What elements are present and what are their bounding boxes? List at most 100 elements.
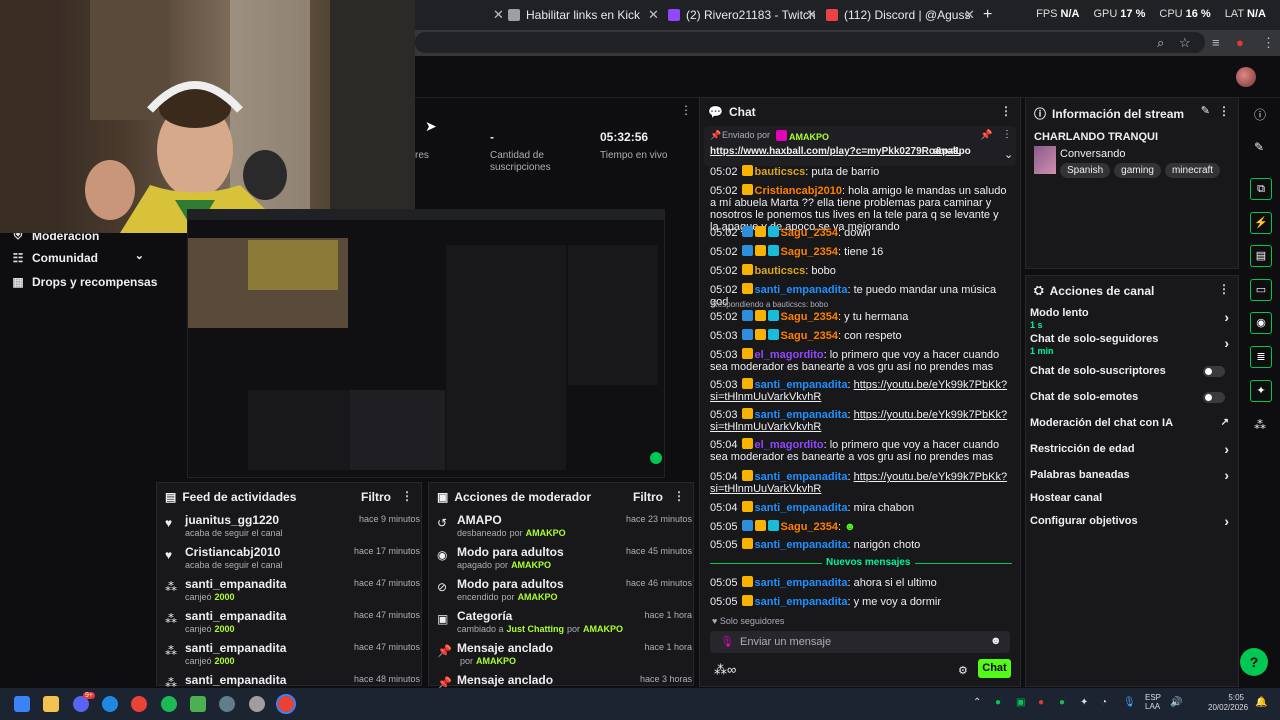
tab-close-icon[interactable]: ✕: [956, 4, 975, 26]
channel-action[interactable]: Chat de solo-suscriptores: [1030, 365, 1235, 377]
toggle-switch[interactable]: [1203, 392, 1225, 403]
quick-action-bolt[interactable]: ⚡: [1250, 212, 1272, 234]
language-indicator[interactable]: ESP LAA: [1145, 693, 1161, 711]
panel-menu-icon[interactable]: ⋮: [401, 489, 413, 503]
chat-username[interactable]: santi_empanadita: [755, 502, 848, 514]
mod-row[interactable]: 📌 Mensaje anclado por AMAKPO hace 1 hora: [437, 641, 692, 671]
settings-gear-icon[interactable]: ⚙: [958, 664, 968, 677]
chat-message[interactable]: 05:04 santi_empanadita: mira chabon: [710, 501, 1010, 514]
chat-username[interactable]: Sagu_2354: [781, 246, 838, 258]
chat-username[interactable]: Sagu_2354: [781, 330, 838, 342]
quick-action-stack[interactable]: ≣: [1250, 346, 1272, 368]
chat-username[interactable]: bauticscs: [755, 166, 806, 178]
file-explorer-icon[interactable]: [43, 696, 59, 712]
chat-message[interactable]: 05:03 santi_empanadita: https://youtu.be/…: [710, 378, 1010, 403]
panel-menu-icon[interactable]: ⋮: [673, 489, 685, 503]
chat-username[interactable]: el_magordito: [755, 439, 824, 451]
tray-app-icon[interactable]: ▣: [1016, 697, 1025, 708]
chat-message[interactable]: 05:04 santi_empanadita: https://youtu.be/…: [710, 470, 1010, 495]
tray-expand-icon[interactable]: ⌃: [973, 697, 981, 708]
edit-pencil-icon[interactable]: ✎: [1201, 104, 1210, 117]
obs-icon[interactable]: [249, 696, 265, 712]
minecraft-icon[interactable]: [190, 696, 206, 712]
channel-action[interactable]: Hostear canal: [1030, 492, 1235, 504]
chat-message[interactable]: 05:03 el_magordito: lo primero que voy a …: [710, 348, 1010, 373]
quick-action-chat[interactable]: ▭: [1250, 279, 1272, 301]
tray-app-icon[interactable]: ◔: [1101, 697, 1107, 708]
avatar[interactable]: [1236, 67, 1256, 87]
chat-username[interactable]: santi_empanadita: [755, 379, 848, 391]
nav-community[interactable]: ☷ Comunidad ⌄: [12, 250, 144, 265]
spotify-tray-icon[interactable]: ●: [1059, 697, 1065, 708]
extension-icon[interactable]: ●: [1236, 35, 1244, 50]
feed-row[interactable]: ⁂ santi_empanadita canjeó 2000 hace 47 minut…: [165, 641, 420, 671]
mic-tray-icon[interactable]: 🎙: [1123, 697, 1136, 708]
spotify-icon[interactable]: [161, 696, 177, 712]
chat-username[interactable]: santi_empanadita: [755, 577, 848, 589]
windows-start-icon[interactable]: [14, 696, 30, 712]
chat-message[interactable]: 05:02 bauticscs: bobo: [710, 264, 1010, 277]
quick-action-notes[interactable]: ▤: [1250, 245, 1272, 267]
clock[interactable]: 5:05 20/02/2026: [1208, 693, 1248, 713]
chat-username[interactable]: bauticscs: [755, 265, 806, 277]
chat-message[interactable]: 05:02 Sagu_2354: tiene 16: [710, 245, 1010, 258]
chat-message[interactable]: 05:02 Sagu_2354: y tu hermana: [710, 310, 1010, 323]
chat-username[interactable]: Sagu_2354: [781, 227, 838, 239]
tab-discord[interactable]: (112) Discord | @Aguss: [826, 4, 970, 26]
mod-row[interactable]: ▣ Categoría cambiado a Just Chatting por AMAK…: [437, 609, 692, 639]
unpin-icon[interactable]: 📌: [980, 130, 992, 141]
telegram-icon[interactable]: [102, 696, 118, 712]
chat-username[interactable]: santi_empanadita: [755, 409, 848, 421]
pinned-link[interactable]: https://www.haxball.com/play?c=myPkk0279…: [710, 146, 960, 157]
panel-menu-icon[interactable]: ⋮: [1218, 282, 1230, 296]
chat-message[interactable]: 05:05 Sagu_2354: ☻: [710, 520, 1010, 533]
feed-row[interactable]: ⁂ santi_empanadita canjeó 2000 hace 47 minut…: [165, 609, 420, 639]
settings-icon[interactable]: [219, 696, 235, 712]
mod-row[interactable]: ↺ AMAPO desbaneado por AMAKPO hace 23 minutos: [437, 513, 692, 543]
bookmark-star-icon[interactable]: ☆: [1179, 35, 1191, 51]
channel-action[interactable]: Moderación del chat con IA ↗: [1030, 417, 1235, 429]
media-icon[interactable]: ≡: [1212, 35, 1220, 50]
tab-kick[interactable]: Habilitar links en Kick: [508, 4, 640, 26]
chat-input[interactable]: 🎙 Enviar un mensaje ☻: [710, 631, 1010, 653]
chat-username[interactable]: Cristiancabj2010: [755, 185, 842, 197]
channel-action[interactable]: Modo lento 1 s ›: [1030, 307, 1235, 330]
tab-twitch[interactable]: (2) Rivero21183 - Twitch: [668, 4, 816, 26]
tag[interactable]: gaming: [1114, 163, 1161, 178]
channel-action[interactable]: Chat de solo-emotes: [1030, 391, 1235, 403]
chat-username[interactable]: Sagu_2354: [781, 521, 838, 533]
browser-menu-icon[interactable]: ⋮: [1262, 35, 1275, 51]
feed-row[interactable]: ♥ Cristiancabj2010 acaba de seguir el cana…: [165, 545, 420, 575]
chat-message[interactable]: 05:05 santi_empanadita: y me voy a dormir: [710, 595, 1010, 608]
chat-message[interactable]: 05:04 el_magordito: lo primero que voy a …: [710, 438, 1010, 463]
chevron-down-icon[interactable]: ⌄: [1004, 148, 1013, 161]
tray-app-icon[interactable]: ●: [995, 697, 1001, 708]
quick-action-clip[interactable]: ⧉: [1250, 178, 1272, 200]
new-tab-button[interactable]: +: [983, 4, 992, 26]
url-field[interactable]: [415, 32, 1205, 53]
tag[interactable]: minecraft: [1164, 163, 1221, 178]
chat-message[interactable]: 05:02 bauticscs: puta de barrio: [710, 165, 1010, 178]
mod-row[interactable]: ⊘ Modo para adultos encendido por AMAKPO hace…: [437, 577, 692, 607]
emote-picker-icon[interactable]: ☻: [990, 635, 1002, 647]
tab-close-icon[interactable]: ✕: [798, 4, 817, 26]
channel-action[interactable]: Configurar objetivos ›: [1030, 513, 1235, 529]
chat-message[interactable]: 05:02 Sagu_2354: down: [710, 226, 1010, 239]
volume-icon[interactable]: 🔊: [1170, 697, 1182, 708]
chat-send-button[interactable]: Chat: [978, 659, 1011, 678]
chrome-active-icon[interactable]: [276, 694, 296, 714]
tray-app-icon[interactable]: ✦: [1080, 697, 1088, 708]
zoom-icon[interactable]: ⌕: [1157, 35, 1164, 51]
tray-app-icon[interactable]: ●: [1038, 697, 1044, 708]
chat-username[interactable]: Sagu_2354: [781, 311, 838, 323]
pinned-message[interactable]: 📌 Enviado por AMAKPO 📌 ⋮ https://www.hax…: [704, 126, 1016, 166]
panel-menu-icon[interactable]: ⋮: [1000, 104, 1012, 118]
nav-drops[interactable]: ▦ Drops y recompensas: [12, 275, 157, 289]
chat-username[interactable]: santi_empanadita: [755, 284, 848, 296]
info-icon[interactable]: ⓘ: [1254, 106, 1266, 123]
chat-message[interactable]: 05:05 santi_empanadita: ahora si el ultim…: [710, 576, 1010, 589]
chat-message[interactable]: 05:03 santi_empanadita: https://youtu.be/…: [710, 408, 1010, 433]
points-icon[interactable]: ⁂∞: [714, 662, 736, 678]
filter-button[interactable]: Filtro: [633, 490, 663, 504]
chat-username[interactable]: santi_empanadita: [755, 596, 848, 608]
